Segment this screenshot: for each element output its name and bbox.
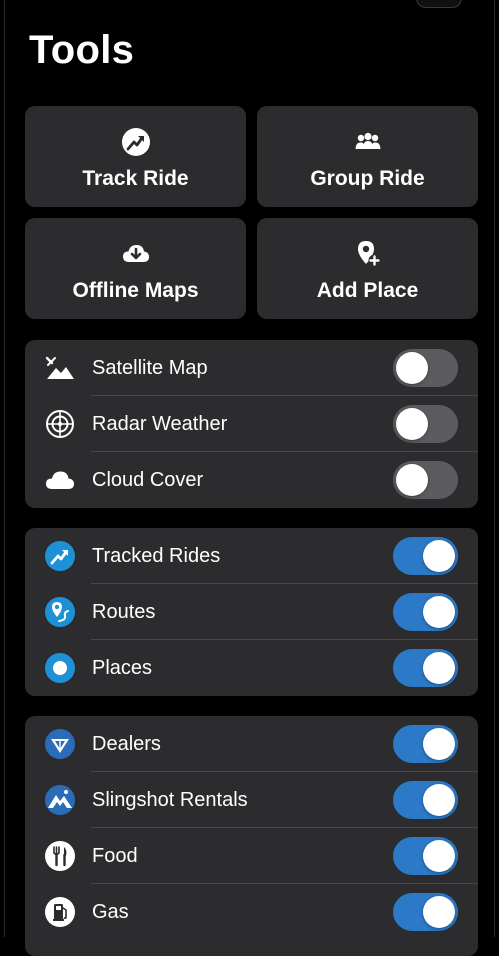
- tracked-rides-toggle[interactable]: [393, 537, 458, 575]
- dealers-icon: [45, 729, 75, 759]
- tracked-rides-icon: [45, 541, 75, 571]
- cloud-cover-toggle[interactable]: [393, 461, 458, 499]
- row-label: Tracked Rides: [92, 544, 221, 567]
- my-content-group: Tracked Rides Routes Places: [25, 528, 478, 696]
- offline-maps-button[interactable]: Offline Maps: [25, 218, 246, 319]
- download-cloud-icon: [122, 244, 149, 262]
- tile-label: Add Place: [316, 278, 419, 302]
- group-ride-button[interactable]: Group Ride: [257, 106, 478, 207]
- toggle-knob: [423, 652, 455, 684]
- row-label: Slingshot Rentals: [92, 788, 248, 811]
- toggle-knob: [423, 596, 455, 628]
- cloud-icon: [46, 471, 74, 489]
- tile-label: Offline Maps: [72, 278, 199, 302]
- radar-weather-row: Radar Weather: [25, 396, 478, 452]
- toggle-knob: [423, 728, 455, 760]
- tile-label: Track Ride: [82, 166, 189, 190]
- radar-weather-toggle[interactable]: [393, 405, 458, 443]
- track-ride-button[interactable]: Track Ride: [25, 106, 246, 207]
- row-label: Satellite Map: [92, 356, 208, 379]
- dealers-toggle[interactable]: [393, 725, 458, 763]
- rentals-icon: [45, 785, 75, 815]
- row-label: Gas: [92, 900, 129, 923]
- radar-icon: [46, 410, 74, 438]
- tile-label: Group Ride: [310, 166, 425, 190]
- map-layers-group: Satellite Map Radar Weather Cloud Cover: [25, 340, 478, 508]
- toggle-knob: [423, 540, 455, 572]
- top-handle: [416, 0, 462, 8]
- row-label: Places: [92, 656, 153, 679]
- food-toggle[interactable]: [393, 837, 458, 875]
- places-row: Places: [25, 640, 478, 696]
- places-toggle[interactable]: [393, 649, 458, 687]
- points-of-interest-group: Dealers Slingshot Rentals Food Gas: [25, 716, 478, 956]
- row-label: Dealers: [92, 732, 161, 755]
- toggle-knob: [423, 896, 455, 928]
- tracked-rides-row: Tracked Rides: [25, 528, 478, 584]
- routes-row: Routes: [25, 584, 478, 640]
- satellite-map-toggle[interactable]: [393, 349, 458, 387]
- row-label: Cloud Cover: [92, 468, 204, 491]
- slingshot-rentals-row: Slingshot Rentals: [25, 772, 478, 828]
- food-icon: [45, 841, 75, 871]
- gas-toggle[interactable]: [393, 893, 458, 931]
- toggle-knob: [396, 408, 428, 440]
- add-place-button[interactable]: Add Place: [257, 218, 478, 319]
- row-label: Food: [92, 844, 138, 867]
- gas-row: Gas: [25, 884, 478, 940]
- gas-icon: [45, 897, 75, 927]
- page-title: Tools: [29, 28, 135, 72]
- satellite-map-icon: [45, 356, 74, 379]
- slingshot-rentals-toggle[interactable]: [393, 781, 458, 819]
- group-ride-icon: [355, 132, 380, 149]
- row-label: Routes: [92, 600, 156, 623]
- track-ride-icon: [121, 127, 150, 156]
- places-icon: [45, 653, 75, 683]
- toggle-knob: [423, 840, 455, 872]
- routes-toggle[interactable]: [393, 593, 458, 631]
- app-screen: Tools Track Ride Group Ride Offline Maps: [4, 0, 495, 956]
- routes-icon: [45, 597, 75, 627]
- toggle-knob: [396, 352, 428, 384]
- toggle-knob: [423, 784, 455, 816]
- cloud-cover-row: Cloud Cover: [25, 452, 478, 508]
- satellite-map-row: Satellite Map: [25, 340, 478, 396]
- food-row: Food: [25, 828, 478, 884]
- row-label: Radar Weather: [92, 412, 228, 435]
- toggle-knob: [396, 464, 428, 496]
- add-place-icon: [357, 240, 380, 266]
- dealers-row: Dealers: [25, 716, 478, 772]
